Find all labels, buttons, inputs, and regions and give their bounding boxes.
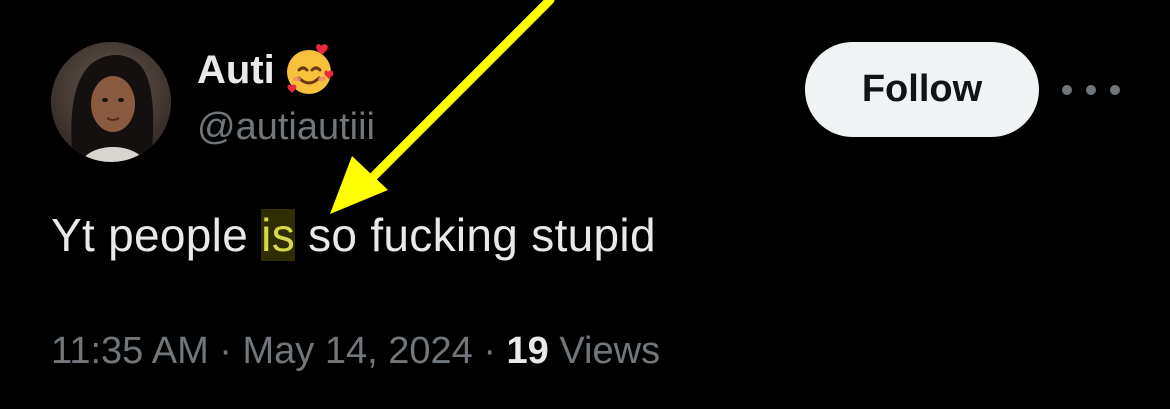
tweet-card: Auti @autiautiii Follow Yt people is so …	[0, 0, 1170, 409]
highlighted-word: is	[261, 209, 295, 261]
display-name-row[interactable]: Auti	[197, 44, 375, 96]
dot	[1110, 85, 1120, 95]
views-count: 19	[506, 330, 549, 372]
tweet-text-part: so fucking stupid	[295, 209, 656, 261]
dot	[1086, 85, 1096, 95]
smiling-face-with-hearts-icon	[281, 42, 337, 98]
views-label: Views	[548, 330, 661, 372]
user-handle[interactable]: @autiautiii	[197, 106, 375, 149]
avatar[interactable]	[51, 42, 171, 162]
follow-button[interactable]: Follow	[805, 42, 1039, 137]
tweet-meta: 11:35 AM · May 14, 2024 · 19 Views	[51, 330, 660, 373]
author-block: Auti @autiautiii	[197, 44, 375, 149]
arrow-head	[330, 156, 388, 214]
timestamp[interactable]: 11:35 AM · May 14, 2024 ·	[51, 330, 507, 372]
tweet-text-part: Yt people	[51, 209, 262, 261]
more-options-icon[interactable]	[1062, 72, 1120, 108]
tweet-text: Yt people is so fucking stupid	[51, 208, 656, 262]
dot	[1062, 85, 1072, 95]
avatar-image	[51, 42, 171, 162]
arrow-shaft	[363, 0, 555, 187]
display-name[interactable]: Auti	[197, 48, 275, 93]
